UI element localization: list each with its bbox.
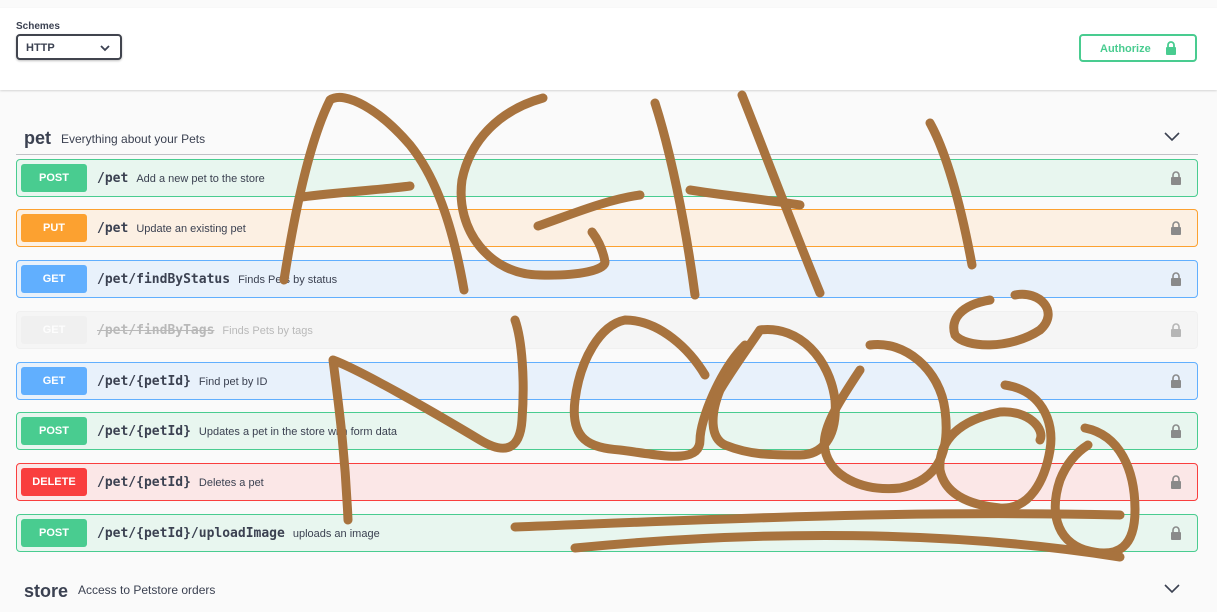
lock-icon[interactable]	[1170, 424, 1182, 438]
operation-post-upload-image[interactable]: POST /pet/{petId}/uploadImage uploads an …	[16, 514, 1198, 552]
chevron-down-icon	[100, 45, 110, 52]
operation-delete-pet[interactable]: DELETE /pet/{petId} Deletes a pet	[16, 463, 1198, 501]
top-bar: Schemes HTTP Authorize	[0, 8, 1217, 90]
operation-path: /pet/{petId} Updates a pet in the store w…	[97, 424, 397, 439]
operation-path: /pet/findByStatus Finds Pets by status	[97, 272, 337, 287]
lock-icon[interactable]	[1170, 475, 1182, 489]
chevron-down-icon[interactable]	[1164, 584, 1180, 594]
path-text: /pet/findByTags	[97, 323, 215, 338]
operation-path: /pet Update an existing pet	[97, 221, 246, 236]
operation-summary: Updates a pet in the store with form dat…	[198, 426, 398, 438]
tag-description: Everything about your Pets	[61, 132, 206, 146]
lock-icon[interactable]	[1170, 272, 1182, 286]
method-badge: DELETE	[21, 468, 87, 496]
schemes-select[interactable]: HTTP	[16, 34, 122, 60]
operation-put-pet[interactable]: PUT /pet Update an existing pet	[16, 209, 1198, 247]
operation-summary: Deletes a pet	[198, 477, 264, 489]
lock-icon[interactable]	[1170, 323, 1182, 337]
lock-icon[interactable]	[1170, 171, 1182, 185]
operation-summary: Finds Pets by tags	[222, 325, 313, 337]
operation-post-pet-by-id[interactable]: POST /pet/{petId} Updates a pet in the st…	[16, 412, 1198, 450]
lock-icon	[1166, 41, 1176, 55]
lock-icon[interactable]	[1170, 221, 1182, 235]
authorize-button[interactable]: Authorize	[1079, 34, 1197, 62]
method-badge: POST	[21, 417, 87, 445]
schemes-label: Schemes	[16, 21, 60, 32]
method-badge: GET	[21, 316, 87, 344]
path-text: /pet/{petId}	[97, 374, 191, 389]
tag-description: Access to Petstore orders	[78, 583, 216, 597]
operation-summary: Add a new pet to the store	[136, 173, 265, 185]
operation-summary: uploads an image	[292, 528, 380, 540]
method-badge: POST	[21, 519, 87, 547]
tag-section-pet[interactable]: pet Everything about your Pets	[16, 112, 1198, 155]
method-badge: POST	[21, 164, 87, 192]
operation-summary: Update an existing pet	[136, 223, 246, 235]
operation-get-pet-by-id[interactable]: GET /pet/{petId} Find pet by ID	[16, 362, 1198, 400]
operation-get-find-by-status[interactable]: GET /pet/findByStatus Finds Pets by statu…	[16, 260, 1198, 298]
operation-post-pet[interactable]: POST /pet Add a new pet to the store	[16, 159, 1198, 197]
scheme-value: HTTP	[26, 42, 55, 54]
operation-summary: Finds Pets by status	[238, 274, 338, 286]
method-badge: GET	[21, 265, 87, 293]
path-text: /pet	[97, 221, 129, 236]
path-text: /pet/findByStatus	[97, 272, 231, 287]
operation-path: /pet/findByTags Finds Pets by tags	[97, 323, 313, 338]
operation-path: /pet/{petId} Deletes a pet	[97, 475, 264, 490]
lock-icon[interactable]	[1170, 526, 1182, 540]
operation-path: /pet/{petId}/uploadImage uploads an image	[97, 526, 380, 541]
path-text: /pet/{petId}	[97, 424, 191, 439]
operation-path: /pet Add a new pet to the store	[97, 171, 265, 186]
operation-get-find-by-tags-deprecated[interactable]: GET /pet/findByTags Finds Pets by tags	[16, 311, 1198, 349]
authorize-label: Authorize	[1100, 43, 1151, 55]
chevron-down-icon[interactable]	[1164, 132, 1180, 142]
method-badge: GET	[21, 367, 87, 395]
operation-path: /pet/{petId} Find pet by ID	[97, 374, 267, 389]
path-text: /pet/{petId}/uploadImage	[97, 526, 285, 541]
tag-section-store[interactable]: store Access to Petstore orders	[16, 570, 1198, 612]
path-text: /pet	[97, 171, 129, 186]
tag-name: pet	[24, 128, 51, 148]
operation-summary: Find pet by ID	[198, 376, 268, 388]
path-text: /pet/{petId}	[97, 475, 191, 490]
lock-icon[interactable]	[1170, 374, 1182, 388]
method-badge: PUT	[21, 214, 87, 242]
